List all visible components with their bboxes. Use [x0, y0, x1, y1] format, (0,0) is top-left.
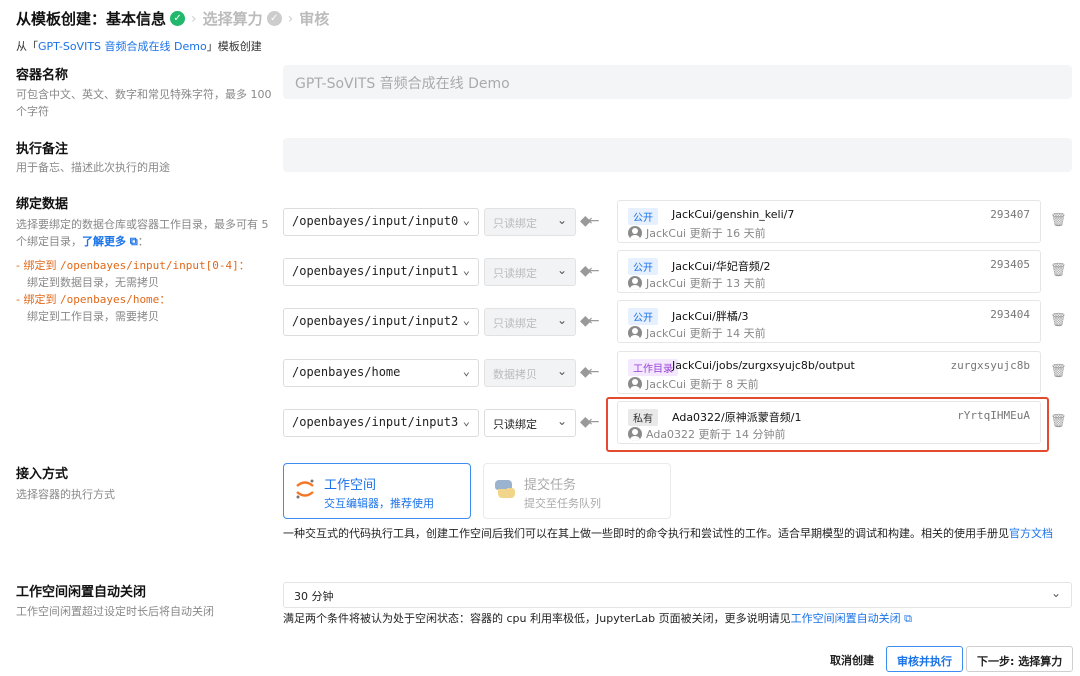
binding-rule-input: - 绑定到 /openbayes/input/input[0-4]： 绑定到数据… — [16, 259, 250, 289]
dataset-card[interactable]: 工作目录 JackCui/jobs/zurgxsyujc8b/output zu… — [617, 351, 1041, 394]
dataset-id: 293404 — [990, 308, 1030, 321]
dataset-meta: JackCui 更新于 14 天前 — [628, 325, 766, 341]
python-icon — [495, 480, 515, 498]
dataset-name: JackCui/jobs/zurgxsyujc8b/output — [672, 359, 855, 372]
learn-more-link[interactable]: 了解更多 ⧉ — [82, 235, 138, 248]
idle-doc-link[interactable]: 工作空间闲置自动关闭 ⧉ — [791, 612, 912, 625]
visibility-badge: 公开 — [628, 308, 658, 325]
chevron-down-icon: ⌄ — [1050, 586, 1061, 600]
binding-desc: 选择要绑定的数据仓库或容器工作目录，最多可有 5 个绑定目录，了解更多 ⧉： — [16, 218, 269, 248]
mount-path-select[interactable]: /openbayes/home ⌄ — [283, 359, 479, 387]
arrow-left-icon: ◆← — [580, 313, 599, 329]
mount-path-select[interactable]: /openbayes/input/input0 ⌄ — [283, 208, 479, 236]
review-execute-button[interactable]: 审核并执行 — [886, 646, 963, 672]
bind-mode-select[interactable]: 只读绑定 ⌄ — [484, 258, 576, 286]
template-source: 从「GPT-SoVITS 音频合成在线 Demo」模板创建 — [16, 40, 262, 53]
dataset-card[interactable]: 公开 JackCui/genshin_keli/7 293407 JackCui… — [617, 200, 1041, 243]
binding-label: 绑定数据 — [16, 197, 69, 212]
chevron-right-icon: › — [287, 10, 294, 27]
chevron-down-icon: ⌄ — [462, 213, 470, 227]
arrow-left-icon: ◆← — [580, 213, 599, 229]
bind-mode-select[interactable]: 只读绑定 ⌄ — [484, 308, 576, 336]
manual-link[interactable]: 官方文档 — [1009, 527, 1053, 540]
dataset-id: 293407 — [990, 208, 1030, 221]
idle-note: 满足两个条件将被认为处于空闲状态：容器的 cpu 利用率极低，JupyterLa… — [283, 612, 913, 625]
dataset-name: JackCui/胖橘/3 — [672, 310, 749, 323]
workspace-option[interactable]: 工作空间 交互编辑器，推荐使用 — [283, 463, 471, 519]
chevron-down-icon: ⌄ — [462, 263, 470, 277]
arrow-left-icon: ◆← — [580, 414, 599, 430]
check-circle-icon: ✓ — [266, 11, 282, 26]
visibility-badge: 公开 — [628, 258, 658, 275]
dataset-card[interactable]: 公开 JackCui/华妃音频/2 293405 JackCui 更新于 13 … — [617, 250, 1041, 293]
dataset-meta: JackCui 更新于 16 天前 — [628, 225, 766, 241]
chevron-down-icon: ⌄ — [556, 414, 567, 428]
trash-icon[interactable]: 🗑 — [1050, 313, 1067, 328]
idle-desc: 工作空间闲置超过设定时长后将自动关闭 — [16, 605, 214, 618]
trash-icon[interactable]: 🗑 — [1050, 263, 1067, 278]
access-note: 一种交互式的代码执行工具，创建工作空间后我们可以在其上做一些即时的命令执行和尝试… — [283, 527, 1053, 540]
access-desc: 选择容器的执行方式 — [16, 488, 115, 501]
stepper: 从模板创建：基本信息 ✓ › 选择算力 ✓ › 审核 — [16, 8, 329, 29]
mount-path-select[interactable]: /openbayes/input/input1 ⌄ — [283, 258, 479, 286]
step-review: 审核 — [299, 10, 330, 28]
chevron-down-icon: ⌄ — [462, 313, 470, 327]
visibility-badge: 工作目录 — [628, 359, 678, 376]
chevron-down-icon: ⌄ — [556, 364, 567, 378]
bind-mode-select[interactable]: 只读绑定 ⌄ — [484, 409, 576, 437]
submit-task-option[interactable]: 提交任务 提交至任务队列 — [483, 463, 671, 519]
exec-note-label: 执行备注 — [16, 142, 69, 157]
container-name-desc: 可包含中文、英文、数字和常见特殊字符，最多 100 个字符 — [16, 88, 272, 118]
template-link[interactable]: GPT-SoVITS 音频合成在线 Demo — [38, 40, 207, 53]
jupyter-icon — [296, 479, 314, 499]
container-name-label: 容器名称 — [16, 68, 69, 83]
avatar-icon — [628, 226, 642, 240]
highlight-box — [606, 397, 1049, 452]
dataset-id: 293405 — [990, 258, 1030, 271]
trash-icon[interactable]: 🗑 — [1050, 213, 1067, 228]
arrow-left-icon: ◆← — [580, 263, 599, 279]
exec-note-input[interactable] — [283, 138, 1072, 172]
bind-mode-select[interactable]: 数据拷贝 ⌄ — [484, 359, 576, 387]
container-name-input[interactable]: GPT-SoVITS 音频合成在线 Demo — [283, 65, 1072, 99]
step-select-compute: 选择算力 — [202, 10, 263, 28]
idle-timeout-select[interactable]: 30 分钟 ⌄ — [283, 582, 1072, 608]
binding-rule-home: - 绑定到 /openbayes/home： 绑定到工作目录，需要拷贝 — [16, 293, 171, 323]
step-basic-info: 从模板创建：基本信息 — [16, 10, 167, 28]
chevron-down-icon: ⌄ — [462, 364, 470, 378]
dataset-meta: JackCui 更新于 8 天前 — [628, 376, 759, 392]
mount-path-select[interactable]: /openbayes/input/input2 ⌄ — [283, 308, 479, 336]
exec-note-desc: 用于备忘、描述此次执行的用途 — [16, 161, 170, 174]
chevron-down-icon: ⌄ — [462, 414, 470, 428]
arrow-left-icon: ◆← — [580, 364, 599, 380]
dataset-meta: JackCui 更新于 13 天前 — [628, 275, 766, 291]
dataset-card[interactable]: 公开 JackCui/胖橘/3 293404 JackCui 更新于 14 天前 — [617, 300, 1041, 343]
trash-icon[interactable]: 🗑 — [1050, 364, 1067, 379]
check-circle-icon: ✓ — [170, 11, 186, 26]
next-step-button[interactable]: 下一步: 选择算力 — [966, 646, 1074, 672]
idle-label: 工作空间闲置自动关闭 — [16, 585, 147, 600]
avatar-icon — [628, 377, 642, 391]
chevron-right-icon: › — [191, 10, 197, 27]
chevron-down-icon: ⌄ — [556, 263, 567, 277]
mount-path-select[interactable]: /openbayes/input/input3 ⌄ — [283, 409, 479, 437]
access-label: 接入方式 — [16, 467, 69, 482]
trash-icon[interactable]: 🗑 — [1050, 414, 1067, 429]
chevron-down-icon: ⌄ — [556, 213, 567, 227]
chevron-down-icon: ⌄ — [556, 313, 567, 327]
dataset-name: JackCui/genshin_keli/7 — [672, 208, 795, 221]
avatar-icon — [628, 326, 642, 340]
dataset-name: JackCui/华妃音频/2 — [672, 260, 771, 273]
visibility-badge: 公开 — [628, 208, 658, 225]
cancel-button[interactable]: 取消创建 — [820, 646, 884, 672]
dataset-id: zurgxsyujc8b — [950, 359, 1030, 372]
avatar-icon — [628, 276, 642, 290]
bind-mode-select[interactable]: 只读绑定 ⌄ — [484, 208, 576, 236]
